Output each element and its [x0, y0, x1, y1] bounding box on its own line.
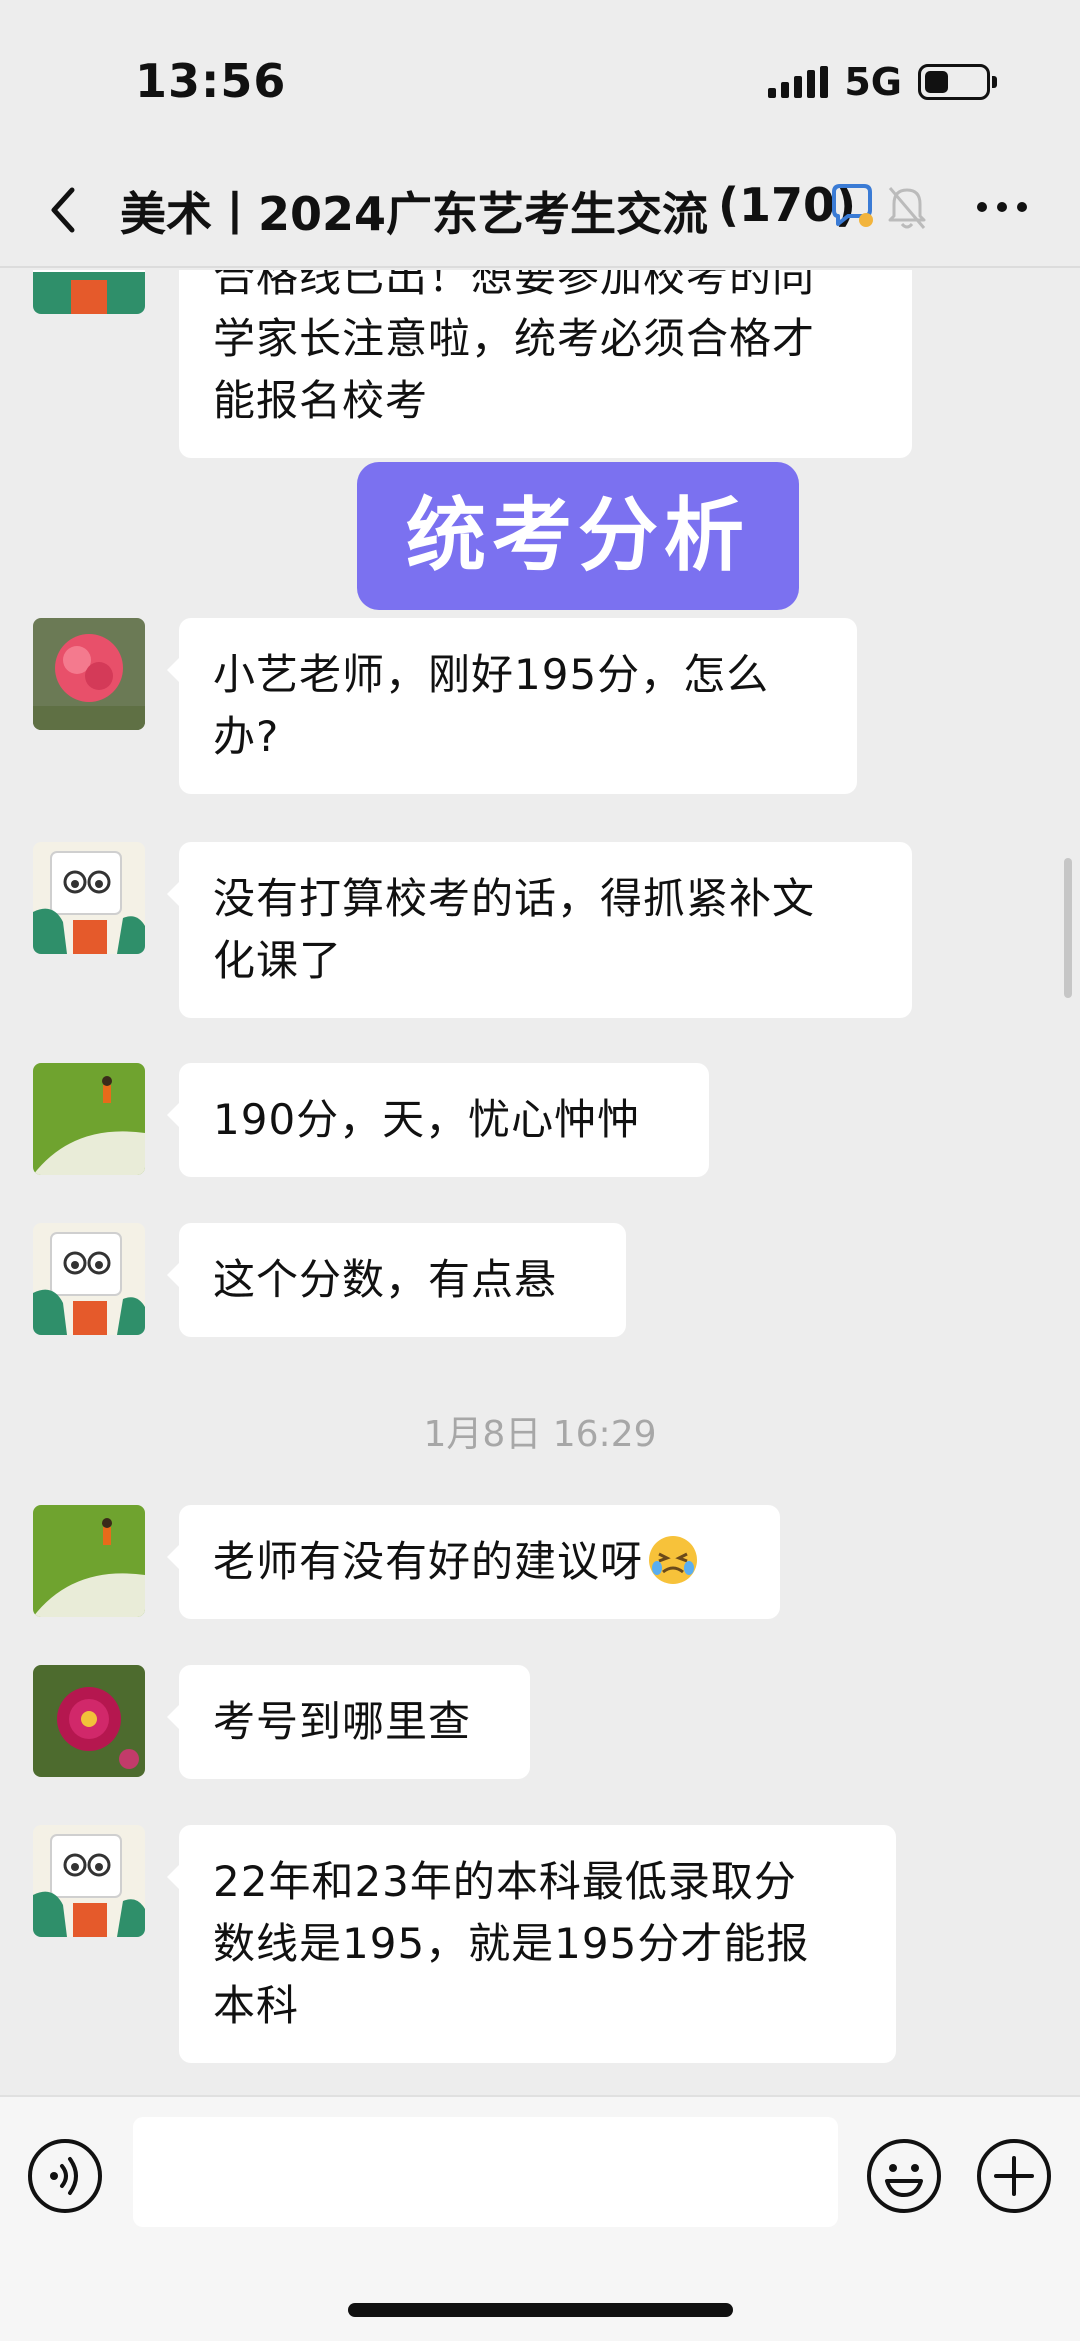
message-line: 本科 [213, 1981, 300, 2030]
avatar-pink-flower[interactable] [33, 618, 145, 730]
more-icon[interactable] [972, 192, 1032, 222]
battery-fill [925, 71, 949, 93]
message-line: 化课了 [213, 936, 343, 985]
analysis-banner: 统考分析 [357, 462, 799, 610]
message-line: 老师有没有好的建议呀 [213, 1531, 746, 1593]
avatar-teacher[interactable] [33, 270, 145, 314]
timestamp: 1月8日 16:29 [423, 1414, 657, 1455]
battery-icon [918, 64, 997, 100]
nav-bar: 美术丨2024广东艺考生交流 (170) [0, 150, 1080, 268]
avatar-green-field[interactable] [33, 1063, 145, 1175]
message-bubble[interactable]: 这个分数，有点悬 [167, 1223, 626, 1337]
status-bar: 13:56 5G [0, 0, 1080, 150]
plus-icon[interactable] [975, 2137, 1053, 2215]
message-line: 22年和23年的本科最低录取分 [213, 1857, 797, 1906]
crying-face-emoji [649, 1536, 698, 1584]
status-time: 13:56 [135, 54, 287, 108]
emoji-icon[interactable] [865, 2137, 943, 2215]
message-bubble[interactable]: 考号到哪里查 [167, 1665, 530, 1779]
message-line: 考号到哪里查 [213, 1697, 472, 1746]
message-line: 这个分数，有点悬 [213, 1255, 558, 1304]
signal-icon [768, 66, 829, 98]
message-line: 190分，天，忧心忡忡 [213, 1095, 641, 1144]
scrollbar[interactable] [1064, 858, 1072, 998]
message-bubble[interactable]: 老师有没有好的建议呀 [167, 1505, 780, 1619]
chat-title[interactable]: 美术丨2024广东艺考生交流 [120, 178, 820, 244]
avatar-teacher[interactable] [33, 1223, 145, 1335]
message-line: 能报名校考 [213, 376, 429, 425]
message-text: 老师有没有好的建议呀 [213, 1537, 644, 1586]
avatar-teacher[interactable] [33, 1825, 145, 1937]
message-line: 没有打算校考的话，得抓紧补文 [213, 874, 816, 923]
network-label: 5G [844, 60, 902, 104]
message-line: 学家长注意啦，统考必须合格才 [213, 314, 816, 363]
message-bubble[interactable]: 没有打算校考的话，得抓紧补文 化课了 [167, 842, 912, 1018]
chat-area[interactable]: 合格线已出！想要参加校考的同 学家长注意啦，统考必须合格才 能报名校考 统考分析… [0, 270, 1080, 2095]
avatar-green-field[interactable] [33, 1505, 145, 1617]
chat-bubble-icon[interactable] [826, 182, 876, 232]
status-indicators: 5G [768, 60, 997, 104]
home-indicator[interactable] [348, 2303, 733, 2317]
message-line: 办? [213, 712, 280, 761]
back-icon[interactable] [40, 180, 90, 240]
mute-bell-icon [888, 187, 926, 229]
avatar-cosmos-flower[interactable] [33, 1665, 145, 1777]
voice-icon[interactable] [26, 2137, 104, 2215]
message-line: 数线是195，就是195分才能报 [213, 1919, 810, 1968]
message-bubble[interactable]: 190分，天，忧心忡忡 [167, 1063, 709, 1177]
avatar-teacher[interactable] [33, 842, 145, 954]
message-bubble[interactable]: 22年和23年的本科最低录取分 数线是195，就是195分才能报 本科 [167, 1825, 896, 2063]
message-bubble[interactable]: 小艺老师，刚好195分，怎么 办? [167, 618, 857, 794]
message-line: 合格线已出！想要参加校考的同 [213, 270, 816, 301]
message-bubble[interactable]: 合格线已出！想要参加校考的同 学家长注意啦，统考必须合格才 能报名校考 [179, 270, 912, 458]
message-input[interactable] [133, 2117, 838, 2227]
message-line: 小艺老师，刚好195分，怎么 [213, 650, 770, 699]
